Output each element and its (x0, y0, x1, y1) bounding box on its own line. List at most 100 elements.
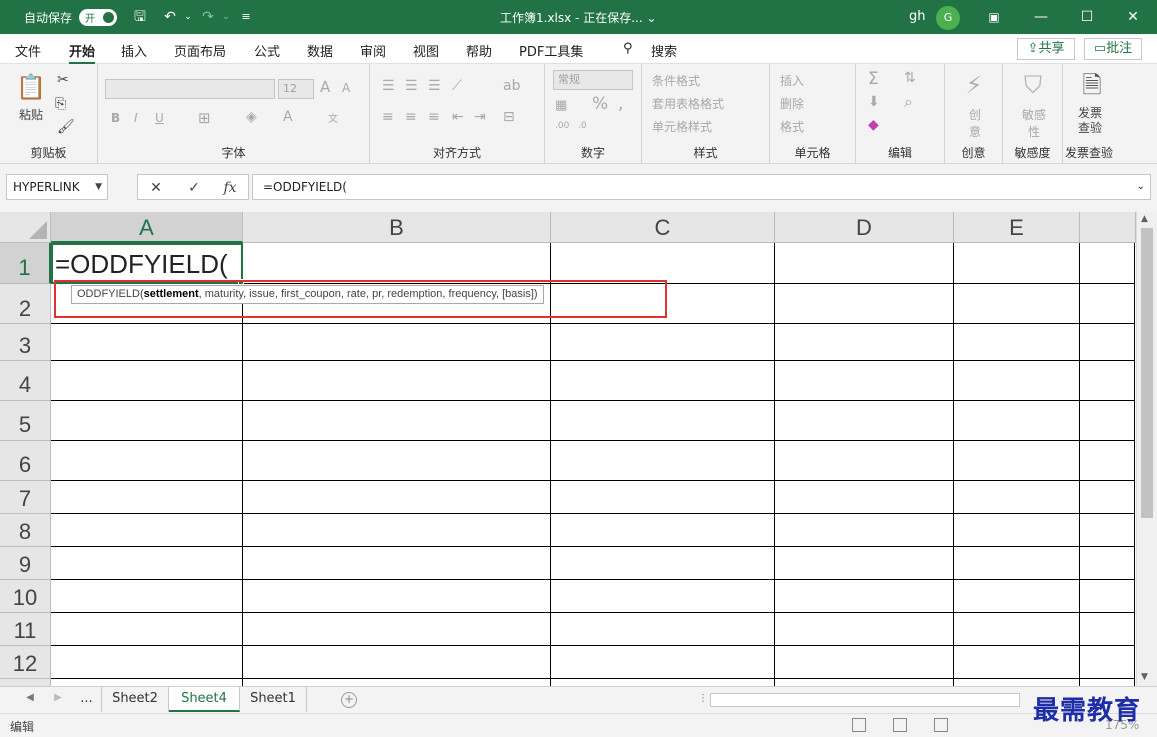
column-header-d[interactable]: D (775, 212, 954, 243)
tab-pdf-tools[interactable]: PDF工具集 (519, 41, 583, 60)
function-argument-tooltip[interactable]: ODDFYIELD(settlement, maturity, issue, f… (71, 285, 544, 304)
cut-icon[interactable]: ✂ (57, 72, 69, 88)
copy-icon[interactable]: ⎘ (55, 96, 66, 112)
comment-button[interactable]: ▭批注 (1084, 38, 1142, 60)
delete-cells-button[interactable]: 删除 (780, 95, 804, 112)
cancel-icon[interactable]: ✕ (144, 178, 168, 198)
paste-button[interactable]: 粘贴 (19, 106, 43, 123)
save-icon[interactable]: 🖫 (130, 7, 150, 27)
next-sheet-icon[interactable]: ▶ (50, 692, 66, 703)
align-middle-icon[interactable]: ☰ (405, 78, 418, 94)
find-select-icon[interactable]: ⌕ (904, 92, 913, 112)
row-header-7[interactable]: 7 (0, 481, 51, 514)
page-break-view-icon[interactable] (934, 718, 948, 732)
phonetic-icon[interactable]: 文 (328, 110, 338, 125)
increase-font-icon[interactable]: A (320, 78, 330, 96)
number-format-combo[interactable]: 常规 (553, 70, 633, 90)
sheet-tab-sheet4[interactable]: Sheet4 (169, 687, 240, 712)
close-icon[interactable]: ✕ (1110, 0, 1156, 34)
undo-dropdown-icon[interactable]: ⌄ (178, 7, 198, 27)
undo-icon[interactable]: ↶ (160, 7, 180, 27)
active-cell-a1[interactable]: =ODDFYIELD( (51, 243, 243, 284)
tab-insert[interactable]: 插入 (121, 41, 147, 60)
maximize-icon[interactable]: ☐ (1064, 0, 1110, 34)
tab-data[interactable]: 数据 (307, 41, 333, 60)
row-header-1[interactable]: 1 (0, 243, 51, 284)
format-painter-icon[interactable]: 🖌 (57, 119, 75, 135)
vertical-scrollbar[interactable]: ▲ ▼ (1136, 212, 1157, 686)
horizontal-scrollbar[interactable] (710, 693, 1020, 707)
insert-function-icon[interactable]: fx (218, 178, 242, 198)
clear-icon[interactable]: ◆ (868, 117, 879, 133)
column-header-c[interactable]: C (551, 212, 775, 243)
underline-button[interactable]: U (155, 111, 164, 125)
merge-center-icon[interactable]: ⊟ (503, 109, 515, 125)
autosave-toggle[interactable]: 开 (79, 9, 117, 26)
tab-review[interactable]: 审阅 (360, 41, 386, 60)
sensitivity-icon[interactable]: ⛉ (1018, 70, 1048, 100)
row-header-6[interactable]: 6 (0, 441, 51, 481)
redo-dropdown-icon[interactable]: ⌄ (216, 7, 236, 27)
normal-view-icon[interactable] (852, 718, 866, 732)
customize-qat-icon[interactable]: ≡ (236, 7, 256, 27)
wrap-text-icon[interactable]: ab (503, 78, 520, 94)
scroll-down-icon[interactable]: ▼ (1141, 672, 1148, 682)
redo-icon[interactable]: ↷ (198, 7, 218, 27)
cell-styles-button[interactable]: 单元格样式 (652, 118, 712, 135)
align-center-icon[interactable]: ≡ (405, 109, 417, 125)
add-sheet-icon[interactable]: + (341, 692, 357, 708)
comma-icon[interactable]: , (618, 94, 623, 114)
align-left-icon[interactable]: ≡ (382, 109, 394, 125)
ribbon-display-icon[interactable]: ▣ (971, 0, 1017, 34)
creativity-button[interactable]: 创意 (968, 106, 982, 140)
row-header-3[interactable]: 3 (0, 324, 51, 361)
font-name-combo[interactable] (105, 79, 275, 99)
prev-sheet-icon[interactable]: ◀ (22, 692, 38, 703)
format-cells-button[interactable]: 格式 (780, 118, 804, 135)
row-header-5[interactable]: 5 (0, 401, 51, 441)
select-all-button[interactable] (0, 212, 51, 243)
font-color-icon[interactable]: A (283, 109, 293, 125)
page-layout-view-icon[interactable] (893, 718, 907, 732)
autosum-icon[interactable]: Σ (868, 69, 879, 89)
creativity-icon[interactable]: ⚡ (959, 70, 989, 100)
sheet-tab-sheet1[interactable]: Sheet1 (240, 687, 307, 712)
row-header-8[interactable]: 8 (0, 514, 51, 547)
increase-decimal-icon[interactable]: .00 (555, 121, 569, 131)
increase-indent-icon[interactable]: ⇥ (474, 109, 486, 125)
tab-help[interactable]: 帮助 (466, 41, 492, 60)
scroll-thumb[interactable] (1141, 228, 1153, 518)
row-header-11[interactable]: 11 (0, 613, 51, 646)
share-button[interactable]: ⇪共享 (1017, 38, 1075, 60)
fill-icon[interactable]: ⬇ (868, 94, 880, 110)
name-box[interactable]: HYPERLINK ▼ (6, 174, 108, 200)
decrease-indent-icon[interactable]: ⇤ (452, 109, 464, 125)
conditional-format-button[interactable]: 条件格式 (652, 72, 700, 89)
row-header-4[interactable]: 4 (0, 361, 51, 401)
tab-view[interactable]: 视图 (413, 41, 439, 60)
sheet-ellipsis[interactable]: ... (72, 687, 102, 712)
column-header-a[interactable]: A (51, 212, 243, 243)
avatar[interactable]: G (936, 6, 960, 30)
sensitivity-button[interactable]: 敏感性 (1020, 106, 1048, 140)
name-box-dropdown-icon[interactable]: ▼ (95, 175, 102, 199)
search-icon[interactable]: ⚲ (623, 41, 633, 56)
column-header-e[interactable]: E (954, 212, 1080, 243)
accounting-icon[interactable]: ▦ (555, 98, 567, 113)
row-header-9[interactable]: 9 (0, 547, 51, 580)
borders-icon[interactable]: ⊞ (198, 109, 211, 127)
decrease-decimal-icon[interactable]: .0 (578, 121, 587, 131)
align-right-icon[interactable]: ≡ (428, 109, 440, 125)
expand-formula-bar-icon[interactable]: ⌄ (1137, 175, 1145, 199)
bold-button[interactable]: B (111, 111, 120, 125)
percent-icon[interactable]: % (592, 94, 608, 114)
tab-page-layout[interactable]: 页面布局 (174, 41, 226, 60)
sort-filter-icon[interactable]: ⇅ (904, 70, 916, 86)
tooltip-current-arg[interactable]: settlement (144, 288, 199, 300)
scroll-up-icon[interactable]: ▲ (1141, 214, 1148, 224)
format-as-table-button[interactable]: 套用表格格式 (652, 95, 724, 112)
align-bottom-icon[interactable]: ☰ (428, 78, 441, 94)
invoice-icon[interactable]: 🗎 (1077, 70, 1107, 100)
decrease-font-icon[interactable]: A (342, 81, 350, 95)
insert-cells-button[interactable]: 插入 (780, 72, 804, 89)
